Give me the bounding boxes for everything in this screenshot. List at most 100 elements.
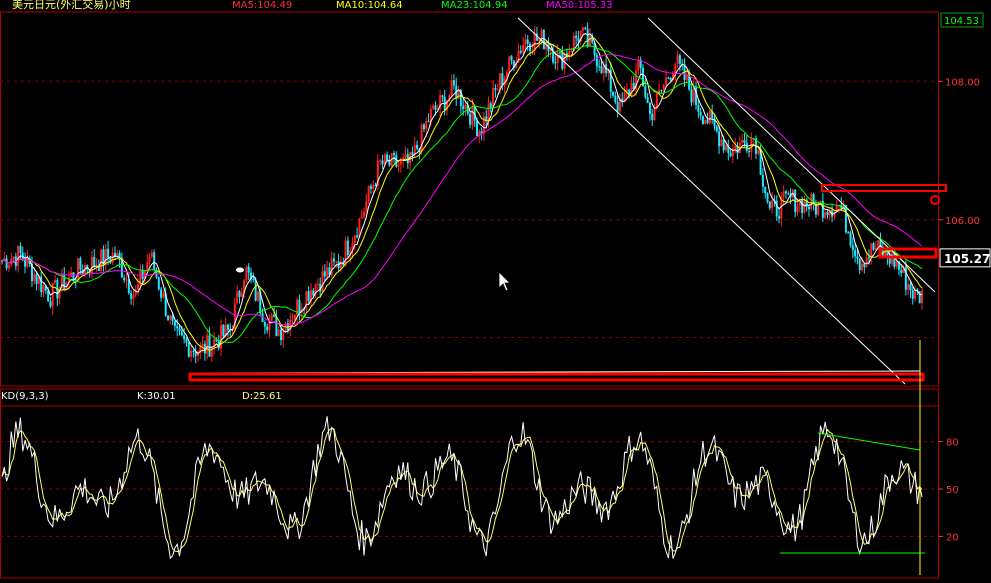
candle-body [422,124,425,130]
candle-body [321,271,324,292]
candle-body [847,232,850,234]
candle-body [558,51,561,53]
candle-body [533,33,536,51]
candle-body [554,62,557,64]
candle-body [909,284,912,291]
candle-body [861,263,864,271]
candle-body [450,80,453,96]
candle-body [787,193,790,195]
candle-body [79,258,82,270]
candle-body [784,191,787,194]
candle-body [397,164,400,167]
candle-body [508,56,511,72]
candle-body [411,152,414,156]
candle-body [851,245,854,251]
candle-body [49,301,52,307]
candle-body [132,294,135,299]
kd-tick-label: 20 [946,532,959,543]
candle-body [519,50,522,53]
candle-body [577,38,580,42]
candle-body [595,55,598,67]
candle-body [7,264,10,269]
candle-body [665,77,668,85]
candle-body [826,212,829,216]
legend-item-ma5: MA5:104.49 [232,0,292,11]
candle-body [863,263,866,267]
candle-body [146,262,149,270]
candle-body [323,271,326,277]
candle-body [169,315,172,320]
candle-body [870,243,873,258]
candle-body [238,291,241,297]
kd-k-value: K:30.01 [137,391,176,402]
candle-body [367,186,370,202]
candle-body [252,278,255,280]
candle-body [575,35,578,39]
candle-body [745,142,748,152]
candle-body [19,245,22,253]
candle-body [263,322,266,327]
candle-body [226,324,229,330]
candle-body [722,139,725,151]
candle-body [201,343,204,347]
candle-body [153,252,156,270]
candle-body [100,249,103,271]
candle-body [893,252,896,267]
candle-body [291,319,294,321]
candle-body [549,50,552,52]
candle-body [26,257,29,267]
candle-body [487,103,490,122]
candle-body [72,272,75,280]
candle-body [718,131,721,147]
candle-body [137,283,140,290]
candle-body [190,350,193,357]
candle-body [715,126,718,132]
candle-body [588,35,591,47]
candle-body [895,261,898,267]
candle-body [360,216,363,219]
candle-body [54,279,57,283]
candle-body [582,27,585,31]
candle-body [210,346,213,357]
candle-body [706,119,709,124]
candle-body [757,150,760,154]
candle-body [824,212,827,218]
candle-body [911,290,914,299]
candle-body [849,232,852,246]
candle-body [180,331,183,336]
candle-body [173,320,176,326]
candle-body [725,145,728,151]
candle-body [761,174,764,187]
candle-body [854,250,857,257]
candle-body [12,256,15,259]
candle-body [125,279,128,281]
candle-body [522,45,525,53]
candle-body [277,329,280,336]
candle-body [416,144,419,149]
candle-body [369,186,372,189]
candle-body [510,56,513,61]
candle-body [93,256,96,267]
candle-body [778,216,781,219]
candle-body [307,291,310,301]
candle-body [247,266,250,273]
candle-body [637,59,640,71]
candle-body [464,104,467,110]
candle-body [273,314,276,317]
candle-body [570,51,573,53]
candle-body [270,314,273,320]
candle-body [644,85,647,98]
candle-body [183,335,186,340]
candle-body [35,274,38,284]
candle-body [907,284,910,290]
candle-body [808,206,811,210]
candle-body [187,342,190,357]
candle-body [734,145,737,149]
candle-body [708,111,711,124]
candle-body [678,55,681,64]
candle-body [651,113,654,121]
candle-body [771,200,774,208]
candle-body [208,335,211,357]
candle-body [856,256,859,259]
candle-body [646,97,649,103]
